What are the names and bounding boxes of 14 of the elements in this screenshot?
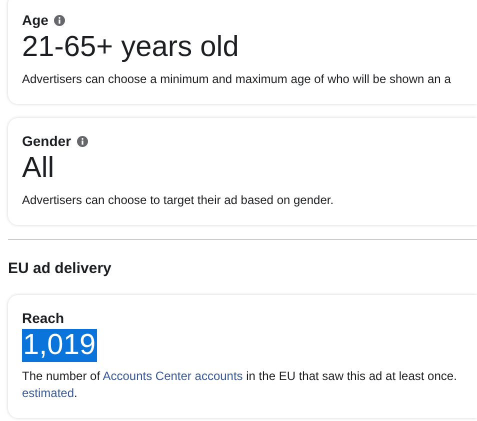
field-label: Gender [22, 133, 72, 149]
link[interactable]: estimated [22, 386, 74, 400]
section-heading: EU ad delivery [8, 259, 112, 279]
field-label: Reach [22, 310, 64, 326]
value-text: All [22, 152, 54, 184]
description-text: Advertisers can choose to target their ad based on gender. [22, 192, 335, 209]
description-text: Advertisers can choose a minimum and maximum age of who will be shown an a [22, 71, 452, 88]
value-text: 21-65+ years old [22, 31, 239, 63]
description-text: The number of Accounts Center accounts in the EU that saw this ad at least once. estimated. [22, 368, 458, 402]
info-icon[interactable] [54, 15, 66, 26]
value-text: 1,019 [22, 328, 97, 362]
info-icon[interactable] [77, 136, 88, 147]
field-label: Age [22, 12, 48, 28]
link[interactable]: Accounts Center accounts [102, 368, 243, 382]
